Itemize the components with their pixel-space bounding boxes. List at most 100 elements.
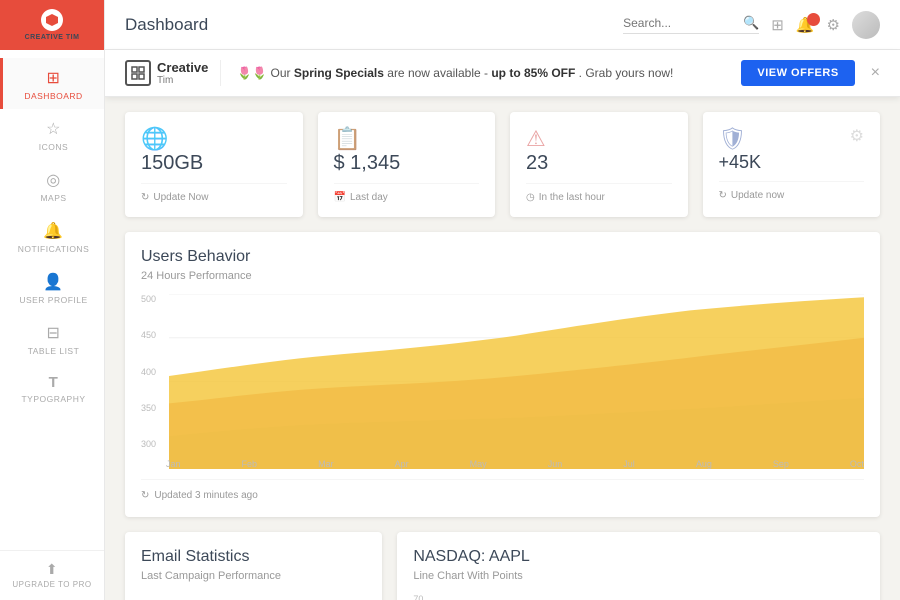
sidebar-item-notifications[interactable]: 🔔 Notifications (0, 211, 104, 262)
stat-info-errors: ⚠ 23 (526, 126, 548, 175)
x-label-jul: Jul (623, 459, 635, 469)
banner-brand-sub: Tim (157, 75, 208, 86)
page-title: Dashboard (125, 15, 208, 35)
sidebar-label-notifications: Notifications (18, 244, 90, 254)
y-label-450: 450 (141, 330, 156, 340)
stat-info-storage: 🌐 150GB (141, 126, 203, 175)
icons-icon: ☆ (46, 119, 61, 139)
refresh-chart-icon: ↻ (141, 490, 149, 501)
y-axis-labels: 500 450 400 350 300 (141, 294, 156, 449)
sidebar-label-maps: Maps (40, 193, 66, 203)
typography-icon: T (49, 374, 59, 391)
maps-icon: ◎ (46, 170, 60, 190)
stat-footer-label-storage: Update Now (153, 192, 208, 203)
upgrade-label: Upgrade To Pro (12, 580, 91, 590)
banner-text-suffix: are now available - (387, 66, 491, 80)
sidebar-item-maps[interactable]: ◎ Maps (0, 160, 104, 211)
stat-card-top-storage: 🌐 150GB (141, 126, 287, 175)
x-label-apr: Apr (395, 459, 409, 469)
calendar-icon: 📅 (334, 192, 346, 203)
area-chart-svg (169, 294, 864, 469)
x-label-may: May (470, 459, 487, 469)
sidebar-item-user-profile[interactable]: 👤 User Profile (0, 262, 104, 313)
sidebar: CREATIVE TIM ⊞ Dashboard ☆ Icons ◎ Maps … (0, 0, 105, 600)
y-70: 70 (413, 594, 423, 600)
email-stats-title: Email Statistics (141, 548, 366, 566)
stat-card-top-errors: ⚠ 23 (526, 126, 672, 175)
view-offers-button[interactable]: VIEW OFFERS (741, 60, 854, 86)
search-icon: 🔍 (743, 15, 759, 31)
stat-value-followers: +45K (719, 152, 762, 173)
avatar[interactable] (852, 11, 880, 39)
search-input[interactable] (623, 16, 743, 30)
sidebar-item-icons[interactable]: ☆ Icons (0, 109, 104, 160)
y-label-300: 300 (141, 439, 156, 449)
stat-info-followers: 🛡 +45K (719, 126, 762, 173)
nasdaq-title: NASDAQ: AAPL (413, 548, 864, 566)
table-icon: ⊟ (47, 323, 61, 343)
stat-footer-revenue: 📅 Last day (334, 183, 480, 203)
stats-row: 🌐 150GB ↻ Update Now 📋 $ 1,345 (125, 112, 880, 217)
y-label-350: 350 (141, 403, 156, 413)
line-chart-svg (435, 594, 864, 600)
user-icon: 👤 (43, 272, 63, 292)
banner-message: 🌷🌷 Our Spring Specials are now available… (237, 66, 733, 80)
followers-icon: 🛡 (719, 126, 762, 152)
nasdaq-card: NASDAQ: AAPL Line Chart With Points 70 6… (397, 532, 880, 600)
banner-emoji: 🌷🌷 (237, 66, 267, 80)
banner-text-prefix: Our (271, 66, 294, 80)
x-label-aug: Aug (696, 459, 712, 469)
sidebar-item-dashboard[interactable]: ⊞ Dashboard (0, 58, 104, 109)
content-area: 🌐 150GB ↻ Update Now 📋 $ 1,345 (105, 97, 900, 600)
stat-value-storage: 150GB (141, 152, 203, 175)
banner-logo-box (125, 60, 151, 86)
email-stats-subtitle: Last Campaign Performance (141, 570, 366, 582)
sidebar-logo: CREATIVE TIM (0, 0, 104, 50)
y-label-400: 400 (141, 367, 156, 377)
brand-icon (41, 9, 63, 31)
chart-update-text: Updated 3 minutes ago (154, 490, 257, 501)
email-stats-card: Email Statistics Last Campaign Performan… (125, 532, 382, 600)
banner-highlight: Spring Specials (294, 66, 384, 80)
sidebar-label-icons: Icons (39, 142, 68, 152)
banner-text-end: . Grab yours now! (579, 66, 674, 80)
stat-value-revenue: $ 1,345 (334, 152, 401, 175)
stat-card-revenue: 📋 $ 1,345 📅 Last day (318, 112, 496, 217)
errors-icon: ⚠ (526, 126, 548, 152)
clock-icon: ◷ (526, 192, 535, 203)
chart-footer: ↻ Updated 3 minutes ago (141, 479, 864, 501)
nasdaq-subtitle: Line Chart With Points (413, 570, 864, 582)
main-content: Dashboard 🔍 ⊞ 🔔 ⚙ Creative Tim (105, 0, 900, 600)
revenue-icon: 📋 (334, 126, 401, 152)
stat-footer-errors: ◷ In the last hour (526, 183, 672, 203)
banner-brand-name: Creative (157, 60, 208, 75)
update-icon: ↻ (141, 192, 149, 203)
notification-bell-icon: 🔔 (43, 221, 63, 241)
settings-gear-icon[interactable]: ⚙ (850, 126, 864, 146)
search-container: 🔍 (623, 15, 759, 34)
stat-card-storage: 🌐 150GB ↻ Update Now (125, 112, 303, 217)
users-behavior-title: Users Behavior (141, 248, 864, 266)
x-label-mar: Mar (318, 459, 334, 469)
x-axis-labels: Jan Feb Mar Apr May Jun Jul Aug Sep Oct (166, 459, 864, 469)
area-chart: 500 450 400 350 300 (141, 294, 864, 469)
stat-value-errors: 23 (526, 152, 548, 175)
stat-card-errors: ⚠ 23 ◷ In the last hour (510, 112, 688, 217)
x-label-jun: Jun (548, 459, 563, 469)
stat-footer-storage: ↻ Update Now (141, 183, 287, 203)
banner-close-button[interactable]: × (871, 64, 880, 82)
settings-icon[interactable]: ⚙ (827, 16, 840, 34)
dashboard-icon: ⊞ (47, 68, 61, 88)
sidebar-label-user-profile: User Profile (19, 295, 87, 305)
upgrade-to-pro[interactable]: ⬆ Upgrade To Pro (0, 550, 104, 600)
x-label-feb: Feb (242, 459, 258, 469)
sidebar-label-typography: Typography (21, 394, 85, 404)
notification-icon[interactable]: 🔔 (796, 16, 815, 34)
sidebar-item-typography[interactable]: T Typography (0, 364, 104, 412)
sidebar-label-dashboard: Dashboard (24, 91, 82, 101)
y-label-500: 500 (141, 294, 156, 304)
users-behavior-subtitle: 24 Hours Performance (141, 270, 864, 282)
line-y-labels: 70 60 50 40 30 20 10 (413, 594, 423, 600)
grid-icon[interactable]: ⊞ (771, 16, 784, 34)
sidebar-item-table-list[interactable]: ⊟ Table List (0, 313, 104, 364)
